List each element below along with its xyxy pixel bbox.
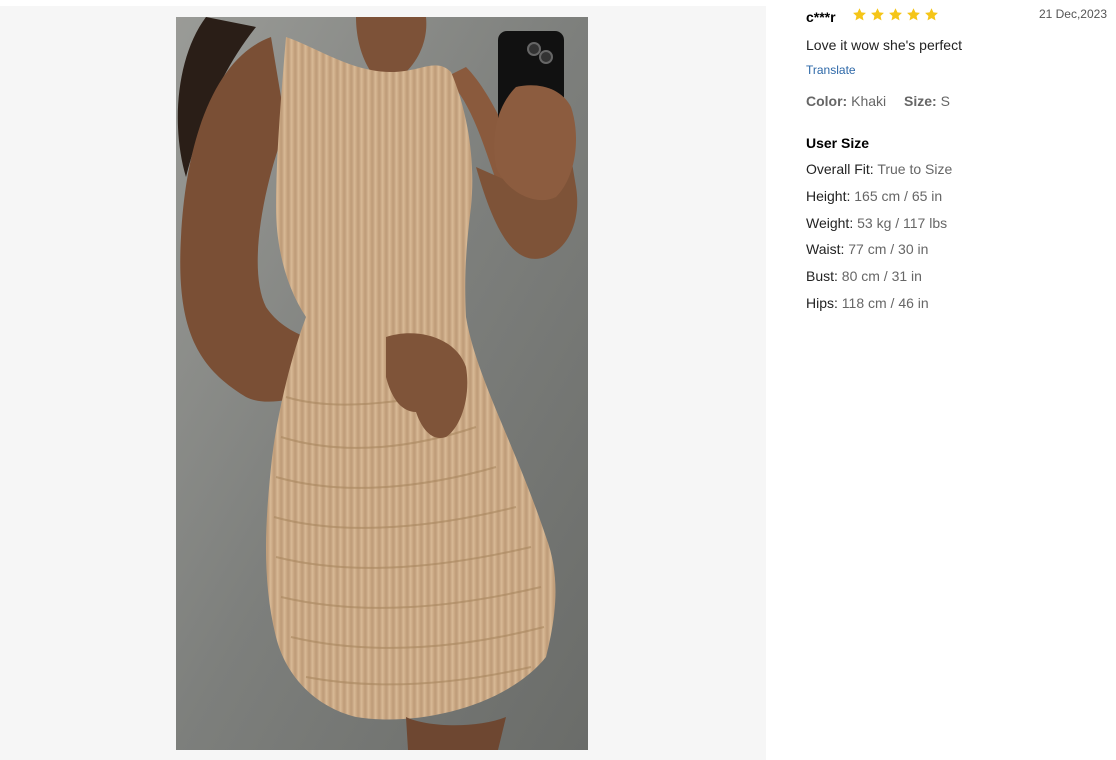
list-item: Weight: 53 kg / 117 lbs bbox=[806, 215, 952, 231]
color-value: Khaki bbox=[851, 93, 887, 109]
user-size-title: User Size bbox=[806, 135, 870, 151]
list-item: Overall Fit: True to Size bbox=[806, 161, 952, 177]
color-label: Color: bbox=[806, 93, 848, 109]
size-key: Overall Fit: bbox=[806, 161, 874, 177]
size-key: Hips: bbox=[806, 294, 838, 311]
review-panel: c***r 21 Dec,2023 Love it wow she's perf… bbox=[806, 0, 1107, 760]
list-item: Bust: 80 cm / 31 in bbox=[806, 268, 952, 284]
reviewer-name: c***r bbox=[806, 9, 836, 25]
size-key: Bust: bbox=[806, 268, 838, 285]
size-key: Waist: bbox=[806, 241, 845, 258]
review-date: 21 Dec,2023 bbox=[1038, 7, 1107, 21]
list-item: Waist: 77 cm / 30 in bbox=[806, 241, 952, 257]
star-rating bbox=[852, 7, 939, 22]
review-photo-image bbox=[176, 17, 588, 750]
star-icon bbox=[925, 8, 938, 21]
translate-link[interactable]: Translate bbox=[806, 63, 856, 77]
size-value: 77 cm / 30 in bbox=[848, 241, 929, 258]
size-key: Weight: bbox=[806, 214, 854, 231]
size-key: Height: bbox=[806, 187, 851, 204]
star-icon bbox=[889, 8, 902, 21]
size-value: 118 cm / 46 in bbox=[841, 294, 929, 311]
user-size-list: Overall Fit: True to Size Height: 165 cm… bbox=[806, 161, 952, 322]
size-value: 80 cm / 31 in bbox=[841, 268, 922, 285]
review-comment: Love it wow she's perfect bbox=[806, 37, 962, 53]
review-header: c***r 21 Dec,2023 bbox=[806, 7, 1107, 27]
list-item: Height: 165 cm / 65 in bbox=[806, 188, 952, 204]
star-icon bbox=[907, 8, 920, 21]
size-label: Size: bbox=[904, 93, 937, 109]
list-item: Hips: 118 cm / 46 in bbox=[806, 295, 952, 311]
size-value: 165 cm / 65 in bbox=[854, 187, 943, 204]
purchase-attributes: Color: Khaki Size: S bbox=[806, 93, 964, 109]
star-icon bbox=[853, 8, 866, 21]
size-value: S bbox=[940, 93, 950, 109]
star-icon bbox=[871, 8, 884, 21]
size-value: 53 kg / 117 lbs bbox=[857, 214, 948, 231]
review-photo[interactable] bbox=[176, 17, 588, 750]
photo-viewer bbox=[0, 6, 766, 760]
review-page: c***r 21 Dec,2023 Love it wow she's perf… bbox=[0, 0, 1116, 760]
size-value: True to Size bbox=[877, 161, 953, 177]
